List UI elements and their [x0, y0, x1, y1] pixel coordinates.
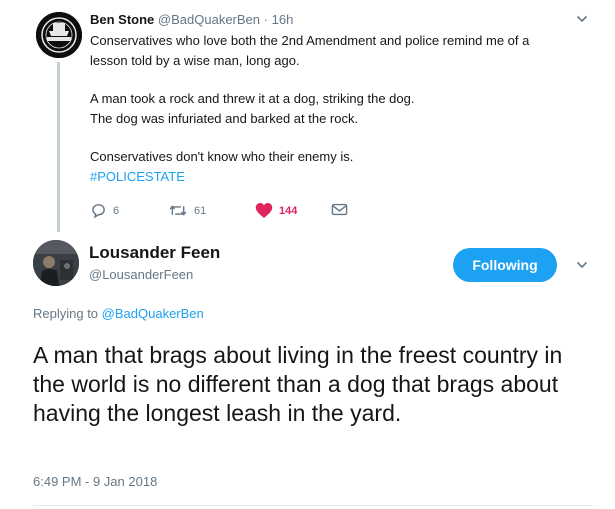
tweet1-author-name[interactable]: Ben Stone — [90, 12, 154, 27]
retweet-count: 61 — [194, 204, 207, 217]
tweet1-line: Conservatives who love both the 2nd Amen… — [90, 33, 530, 48]
replying-to: Replying to @BadQuakerBen — [33, 306, 204, 321]
retweet-button[interactable]: 61 — [168, 202, 206, 219]
like-count: 144 — [279, 204, 298, 217]
heart-icon — [255, 203, 273, 218]
tweet1-line: The dog was infuriated and barked at the… — [90, 111, 359, 126]
tweet1-line: Conservatives don't know who their enemy… — [90, 149, 354, 164]
tweet1-author-handle[interactable]: @BadQuakerBen — [158, 12, 260, 27]
tweet1-separator: · — [263, 12, 268, 27]
tweet2-timestamp[interactable]: 6:49 PM - 9 Jan 2018 — [33, 474, 157, 489]
envelope-icon — [331, 203, 348, 216]
tweet1-text: Conservatives who love both the 2nd Amen… — [90, 31, 580, 187]
tweet2-author-handle[interactable]: @LousanderFeen — [89, 267, 193, 282]
tweet1-time[interactable]: 16h — [272, 12, 294, 27]
direct-message-button[interactable] — [331, 202, 348, 217]
tweet2-author-name[interactable]: Lousander Feen — [89, 243, 220, 263]
tweet1-line: lesson told by a wise man, long ago. — [90, 53, 300, 68]
reply-button[interactable]: 6 — [90, 202, 119, 219]
tweet1-line: A man took a rock and threw it at a dog,… — [90, 91, 415, 106]
tweet2-text: A man that brags about living in the fre… — [33, 342, 563, 426]
avatar-lousander-feen[interactable] — [33, 240, 79, 286]
hashtag-link[interactable]: #POLICESTATE — [90, 167, 580, 187]
replying-to-label: Replying to — [33, 306, 99, 321]
reply-count: 6 — [113, 204, 120, 217]
mention-link[interactable]: @BadQuakerBen — [102, 306, 204, 321]
retweet-icon — [169, 205, 187, 216]
following-button[interactable]: Following — [453, 248, 557, 282]
thread-connector-line — [57, 62, 60, 232]
reply-icon — [92, 204, 105, 219]
chevron-down-icon[interactable] — [576, 259, 588, 271]
divider — [33, 505, 593, 506]
tweet1-header: Ben Stone @BadQuakerBen · 16h — [90, 12, 293, 27]
avatar-ben-stone[interactable] — [36, 12, 82, 58]
chevron-down-icon[interactable] — [576, 13, 588, 25]
like-button[interactable]: 144 — [255, 202, 297, 219]
